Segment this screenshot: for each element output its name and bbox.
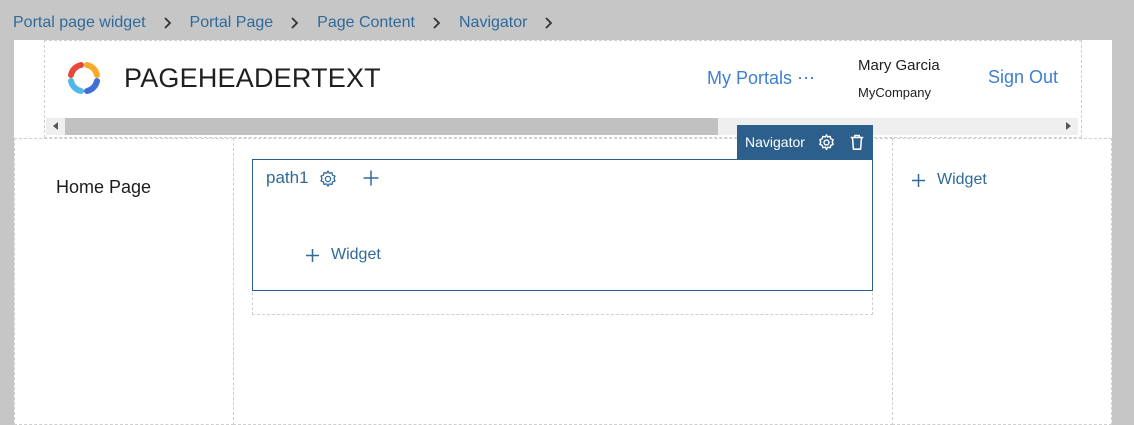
my-portals-link[interactable]: My Portals ⋯ bbox=[707, 68, 815, 89]
navigator-path-label[interactable]: path1 bbox=[266, 168, 309, 188]
chevron-right-icon bbox=[289, 17, 300, 29]
breadcrumb-item-portal-page[interactable]: Portal Page bbox=[190, 14, 274, 32]
navigator-toolbar-label: Navigator bbox=[745, 134, 805, 150]
gear-icon[interactable] bbox=[817, 132, 837, 152]
breadcrumb-item-portal-page-widget[interactable]: Portal page widget bbox=[13, 14, 146, 32]
user-name: Mary Garcia bbox=[858, 57, 940, 74]
add-widget-button[interactable]: Widget bbox=[305, 246, 381, 264]
navigator-widget[interactable] bbox=[252, 159, 873, 291]
breadcrumb: Portal page widget Portal Page Page Cont… bbox=[13, 12, 571, 34]
add-widget-button-right[interactable]: Widget bbox=[911, 171, 987, 189]
scrollbar-thumb[interactable] bbox=[65, 118, 718, 135]
breadcrumb-item-page-content[interactable]: Page Content bbox=[317, 14, 415, 32]
chevron-right-icon bbox=[431, 17, 442, 29]
left-column: Home Page bbox=[14, 138, 234, 425]
plus-icon bbox=[306, 248, 319, 262]
plus-icon bbox=[912, 173, 925, 187]
company-logo bbox=[68, 62, 100, 94]
page-content: Home Page Widget Navigator path1 Widget bbox=[14, 125, 1112, 425]
navigator-toolbar: Navigator bbox=[737, 125, 873, 159]
chevron-right-icon bbox=[162, 17, 173, 29]
company-name: MyCompany bbox=[858, 85, 931, 100]
add-widget-label: Widget bbox=[331, 246, 381, 263]
plus-icon[interactable] bbox=[362, 169, 380, 187]
page-title: PAGEHEADERTEXT bbox=[124, 63, 381, 93]
chevron-right-icon bbox=[543, 17, 554, 29]
trash-icon[interactable] bbox=[847, 132, 867, 152]
breadcrumb-item-navigator[interactable]: Navigator bbox=[459, 14, 527, 32]
horizontal-scrollbar[interactable] bbox=[46, 118, 1078, 135]
right-column: Widget bbox=[892, 138, 1112, 425]
add-widget-label: Widget bbox=[937, 171, 987, 188]
scroll-arrow-right[interactable] bbox=[1066, 122, 1071, 130]
home-page-link[interactable]: Home Page bbox=[56, 177, 151, 198]
gear-icon[interactable] bbox=[318, 169, 338, 189]
sign-out-link[interactable]: Sign Out bbox=[988, 67, 1058, 88]
scroll-arrow-left[interactable] bbox=[53, 122, 58, 130]
